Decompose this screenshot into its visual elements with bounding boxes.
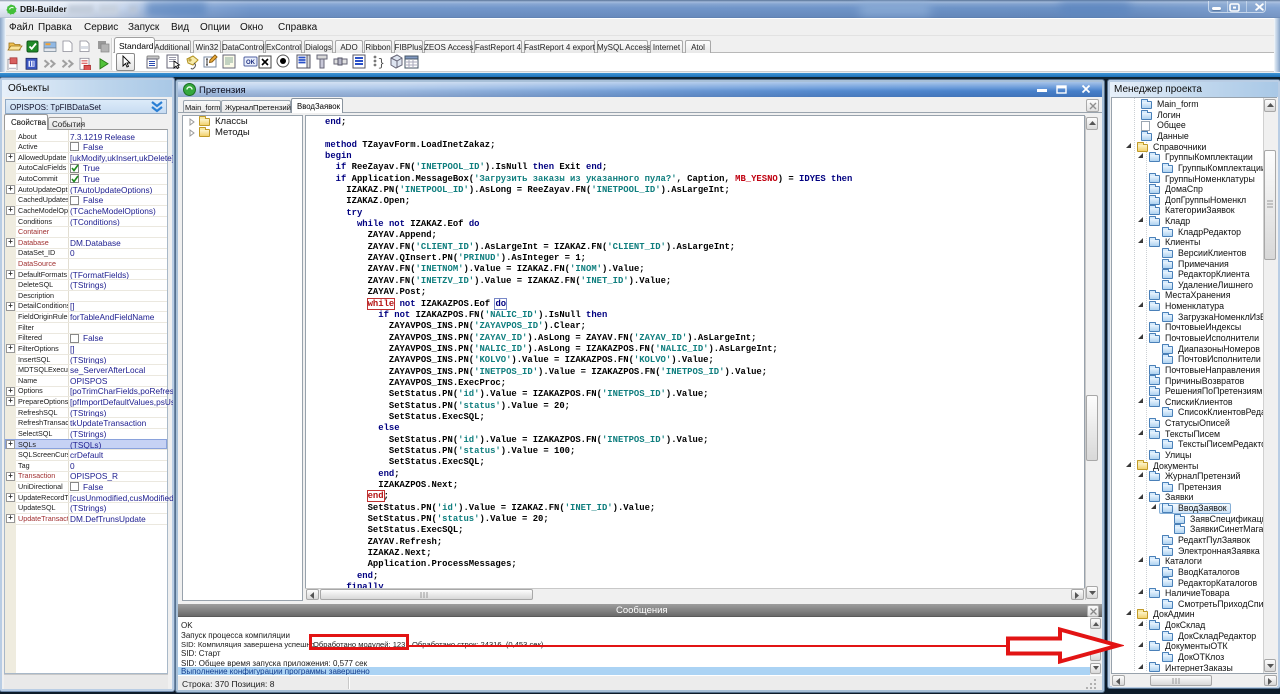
svg-text:}: }: [378, 58, 385, 70]
svg-text:OK: OK: [246, 60, 256, 66]
